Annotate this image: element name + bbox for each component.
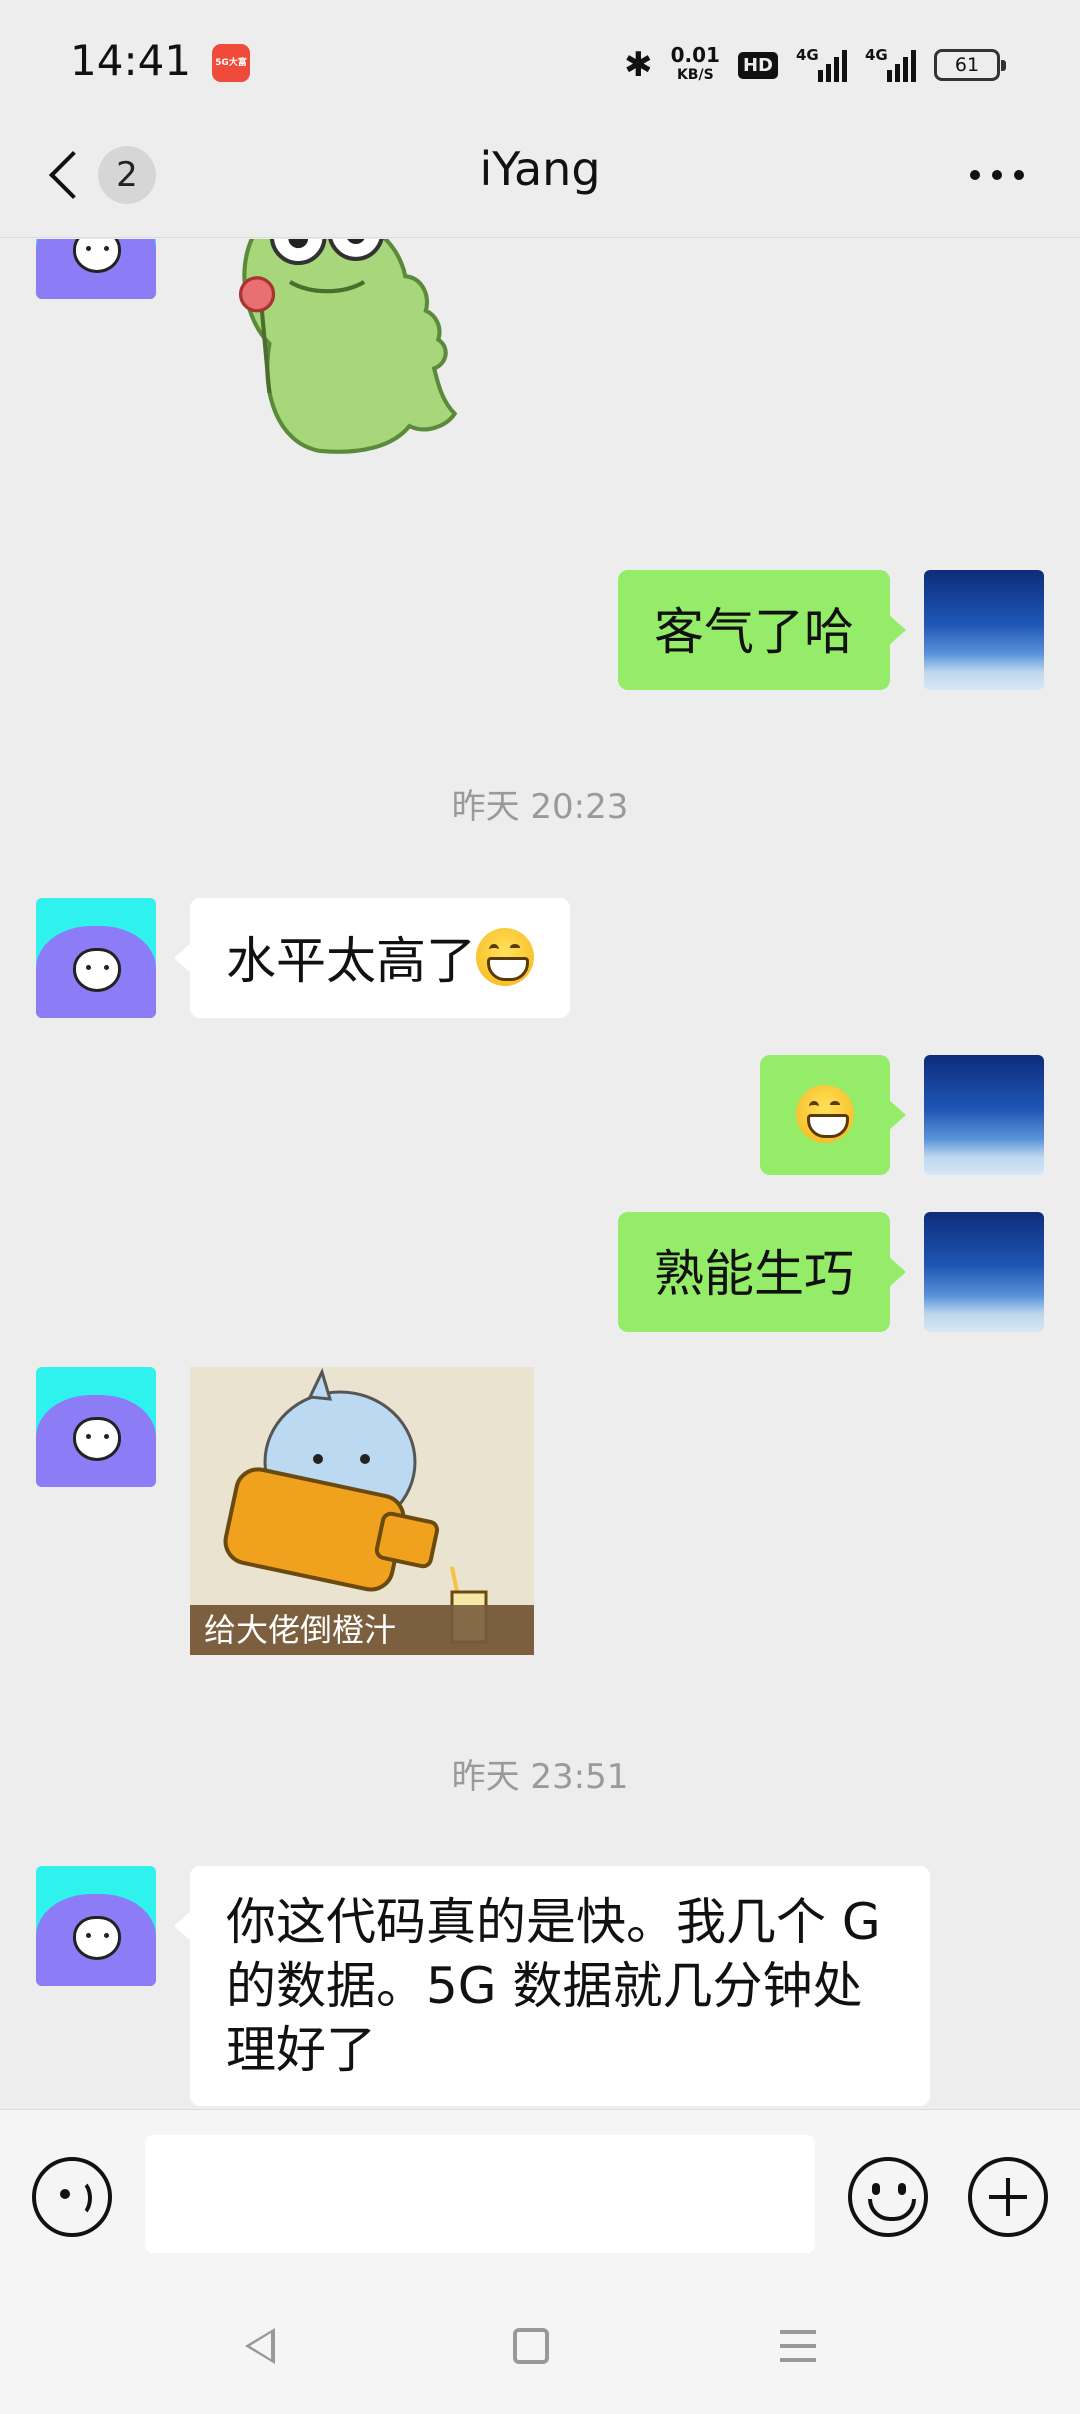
bluetooth-icon: ✱ <box>624 45 653 85</box>
network-speed: 0.01 KB/S <box>671 45 720 85</box>
contact-avatar[interactable] <box>36 1866 156 1986</box>
message-row: 水平太高了 <box>0 898 1080 1018</box>
signal-1-icon: 4G <box>796 46 847 82</box>
contact-avatar[interactable] <box>36 1367 156 1487</box>
nav-recents-icon[interactable] <box>780 2330 816 2362</box>
message-text: 水平太高了 <box>226 932 476 990</box>
contact-avatar[interactable] <box>36 898 156 1018</box>
chat-header: 2 iYang <box>0 120 1080 238</box>
message-row <box>0 239 1080 519</box>
system-nav-bar <box>0 2284 1080 2414</box>
signal-2-label: 4G <box>865 46 888 64</box>
message-row <box>0 1055 1080 1175</box>
signal-2-icon: 4G <box>865 46 916 82</box>
nav-back-icon[interactable] <box>245 2328 275 2364</box>
emoji-icon[interactable] <box>848 2157 928 2237</box>
message-bubble-outgoing[interactable] <box>760 1055 906 1175</box>
status-time: 14:41 <box>70 36 192 85</box>
network-speed-value: 0.01 <box>670 43 720 67</box>
notification-app-icon: 5G大富 <box>212 44 250 82</box>
my-avatar[interactable] <box>924 1055 1044 1175</box>
message-bubble-outgoing[interactable]: 客气了哈 <box>618 570 906 690</box>
message-input[interactable] <box>145 2135 815 2253</box>
signal-1-label: 4G <box>796 46 819 64</box>
status-indicators: ✱ 0.01 KB/S HD 4G 4G 61 <box>624 40 1006 90</box>
network-speed-unit: KB/S <box>676 67 714 83</box>
chat-title: iYang <box>479 142 601 196</box>
timestamp: 昨天 20:23 <box>451 787 629 827</box>
grin-emoji-icon <box>476 928 534 986</box>
voice-icon[interactable] <box>32 2157 112 2237</box>
crocodile-sticker[interactable] <box>190 239 530 459</box>
message-row: 你这代码真的是快。我几个 G 的数据。5G 数据就几分钟处理好了 <box>0 1866 1080 2109</box>
more-dots-icon[interactable] <box>970 170 1024 180</box>
message-row: 客气了哈 <box>0 570 1080 690</box>
message-list[interactable]: 客气了哈 昨天 20:23 水平太高了 熟能生巧 给大佬倒橙汁 昨天 23:51… <box>0 239 1080 2109</box>
input-bar <box>0 2109 1080 2284</box>
battery-icon: 61 <box>934 49 1006 81</box>
status-bar: 14:41 5G大富 ✱ 0.01 KB/S HD 4G 4G 61 <box>0 0 1080 120</box>
plus-icon[interactable] <box>968 2157 1048 2237</box>
timestamp: 昨天 23:51 <box>451 1757 629 1797</box>
message-bubble-incoming[interactable]: 你这代码真的是快。我几个 G 的数据。5G 数据就几分钟处理好了 <box>174 1866 930 2106</box>
message-bubble-incoming[interactable]: 水平太高了 <box>174 898 570 1018</box>
contact-avatar[interactable] <box>36 239 156 299</box>
my-avatar[interactable] <box>924 1212 1044 1332</box>
hd-voice-icon: HD <box>737 51 778 79</box>
message-row: 给大佬倒橙汁 <box>0 1367 1080 1657</box>
juice-sticker[interactable]: 给大佬倒橙汁 <box>190 1367 534 1655</box>
nav-home-icon[interactable] <box>513 2328 549 2364</box>
sticker-caption: 给大佬倒橙汁 <box>190 1605 534 1655</box>
grin-emoji-icon <box>796 1085 854 1143</box>
message-bubble-outgoing[interactable]: 熟能生巧 <box>618 1212 906 1332</box>
message-row: 熟能生巧 <box>0 1212 1080 1332</box>
my-avatar[interactable] <box>924 570 1044 690</box>
